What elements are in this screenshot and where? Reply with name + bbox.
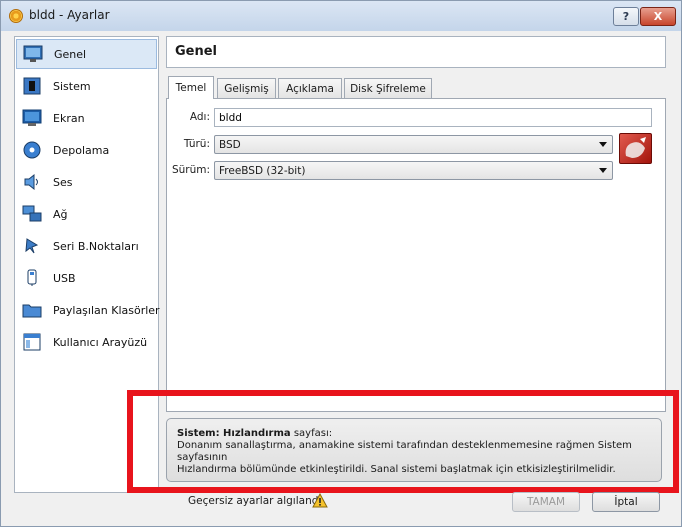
sidebar-item-depolama[interactable]: Depolama bbox=[16, 135, 157, 165]
sidebar-item-label: Ekran bbox=[53, 111, 85, 125]
warning-line-1: Donanım sanallaştırma, anamakine sistemi… bbox=[177, 440, 632, 463]
invalid-settings-warning: Sistem: Hızlandırma sayfası: Donanım san… bbox=[166, 418, 662, 482]
title-bar[interactable]: bldd - Ayarlar ? X bbox=[1, 1, 681, 31]
warning-title-bold: Sistem: Hızlandırma bbox=[177, 428, 291, 439]
warning-line-2: Hızlandırma bölümünde etkinleştirildi. S… bbox=[177, 464, 616, 475]
virtualbox-app-icon bbox=[9, 9, 23, 23]
help-button[interactable]: ? bbox=[613, 7, 639, 26]
name-input[interactable] bbox=[214, 108, 652, 127]
sidebar-item-kullanici-arayuzu[interactable]: Kullanıcı Arayüzü bbox=[16, 327, 157, 357]
warning-title: Sistem: Hızlandırma sayfası: bbox=[177, 428, 651, 440]
sidebar-item-ses[interactable]: Ses bbox=[16, 167, 157, 197]
type-select-value: BSD bbox=[219, 139, 241, 151]
version-select[interactable]: FreeBSD (32-bit) bbox=[214, 161, 613, 180]
freebsd-os-icon bbox=[619, 133, 652, 164]
warning-icon[interactable] bbox=[312, 492, 328, 508]
warning-title-rest: sayfası: bbox=[290, 428, 333, 439]
sidebar-item-usb[interactable]: USB bbox=[16, 263, 157, 293]
tab-disk-sifreleme[interactable]: Disk Şifreleme bbox=[344, 78, 432, 99]
settings-sidebar: Genel Sistem Ekran Depolama Ses Ağ Seri … bbox=[14, 36, 160, 493]
disk-icon bbox=[22, 140, 42, 160]
sidebar-item-label: Seri B.Noktaları bbox=[53, 239, 139, 253]
type-label: Türü: bbox=[183, 138, 210, 150]
monitor-icon bbox=[23, 44, 43, 64]
close-button[interactable]: X bbox=[640, 7, 676, 26]
network-icon bbox=[22, 204, 42, 224]
sidebar-item-ekran[interactable]: Ekran bbox=[16, 103, 157, 133]
sidebar-item-label: Ağ bbox=[53, 207, 68, 221]
sidebar-item-genel[interactable]: Genel bbox=[16, 39, 157, 69]
display-icon bbox=[22, 108, 42, 128]
sidebar-item-label: Ses bbox=[53, 175, 73, 189]
page-title: Genel bbox=[175, 44, 218, 59]
page-header: Genel bbox=[166, 36, 666, 68]
sidebar-item-paylasilan-klasorler[interactable]: Paylaşılan Klasörler bbox=[16, 295, 160, 325]
sidebar-item-label: Sistem bbox=[53, 79, 91, 93]
speaker-icon bbox=[22, 172, 42, 192]
sidebar-item-label: USB bbox=[53, 271, 76, 285]
sidebar-item-sistem[interactable]: Sistem bbox=[16, 71, 157, 101]
sidebar-item-seri-b-noktalari[interactable]: Seri B.Noktaları bbox=[16, 231, 157, 261]
serial-port-icon bbox=[22, 236, 42, 256]
version-select-value: FreeBSD (32-bit) bbox=[219, 165, 306, 177]
invalid-settings-text: Geçersiz ayarlar algılandı bbox=[188, 495, 322, 507]
ok-button[interactable]: TAMAM bbox=[512, 492, 580, 512]
chevron-down-icon bbox=[599, 168, 607, 173]
type-select[interactable]: BSD bbox=[214, 135, 613, 154]
sidebar-item-label: Kullanıcı Arayüzü bbox=[53, 335, 148, 349]
version-label: Sürüm: bbox=[171, 164, 210, 176]
tab-aciklama[interactable]: Açıklama bbox=[278, 78, 342, 99]
cancel-button[interactable]: İptal bbox=[592, 492, 660, 512]
chip-icon bbox=[22, 76, 42, 96]
user-interface-icon bbox=[22, 332, 42, 352]
tab-gelismis[interactable]: Gelişmiş bbox=[217, 78, 276, 99]
sidebar-item-ag[interactable]: Ağ bbox=[16, 199, 157, 229]
sidebar-item-label: Paylaşılan Klasörler bbox=[53, 303, 160, 317]
usb-icon bbox=[22, 268, 42, 288]
window-title: bldd - Ayarlar bbox=[29, 8, 110, 22]
folder-icon bbox=[22, 300, 42, 320]
chevron-down-icon bbox=[599, 142, 607, 147]
sidebar-item-label: Depolama bbox=[53, 143, 110, 157]
sidebar-item-label: Genel bbox=[54, 47, 87, 61]
tab-temel[interactable]: Temel bbox=[168, 76, 214, 99]
name-label: Adı: bbox=[189, 111, 210, 123]
